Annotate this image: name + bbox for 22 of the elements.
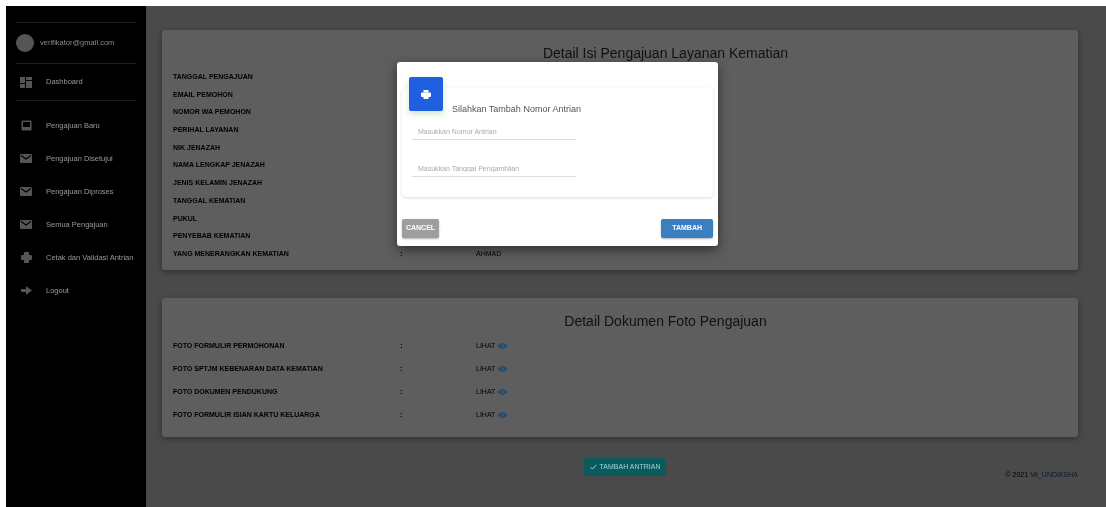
mail-icon [20,187,32,196]
card-title: Detail Dokumen Foto Pengajuan [564,312,767,330]
separator: : [400,364,403,373]
check-icon [589,464,597,470]
eye-icon [497,388,509,396]
dashboard-icon [20,76,32,88]
mail-icon [20,154,32,163]
modal-title: Silahkan Tambah Nomor Antrian [452,104,581,114]
eye-icon [497,411,509,419]
printer-icon [409,77,443,111]
separator: : [400,410,403,419]
separator: : [400,248,403,258]
separator: : [400,387,403,396]
mail-icon [20,220,32,229]
inbox-icon [20,120,32,131]
eye-icon [497,365,509,373]
eye-icon [497,342,509,350]
separator: : [400,341,403,350]
card-title: Detail Isi Pengajuan Layanan Kematian [542,44,789,62]
printer-icon [20,252,32,263]
avatar [16,34,34,52]
logout-icon [20,286,32,295]
